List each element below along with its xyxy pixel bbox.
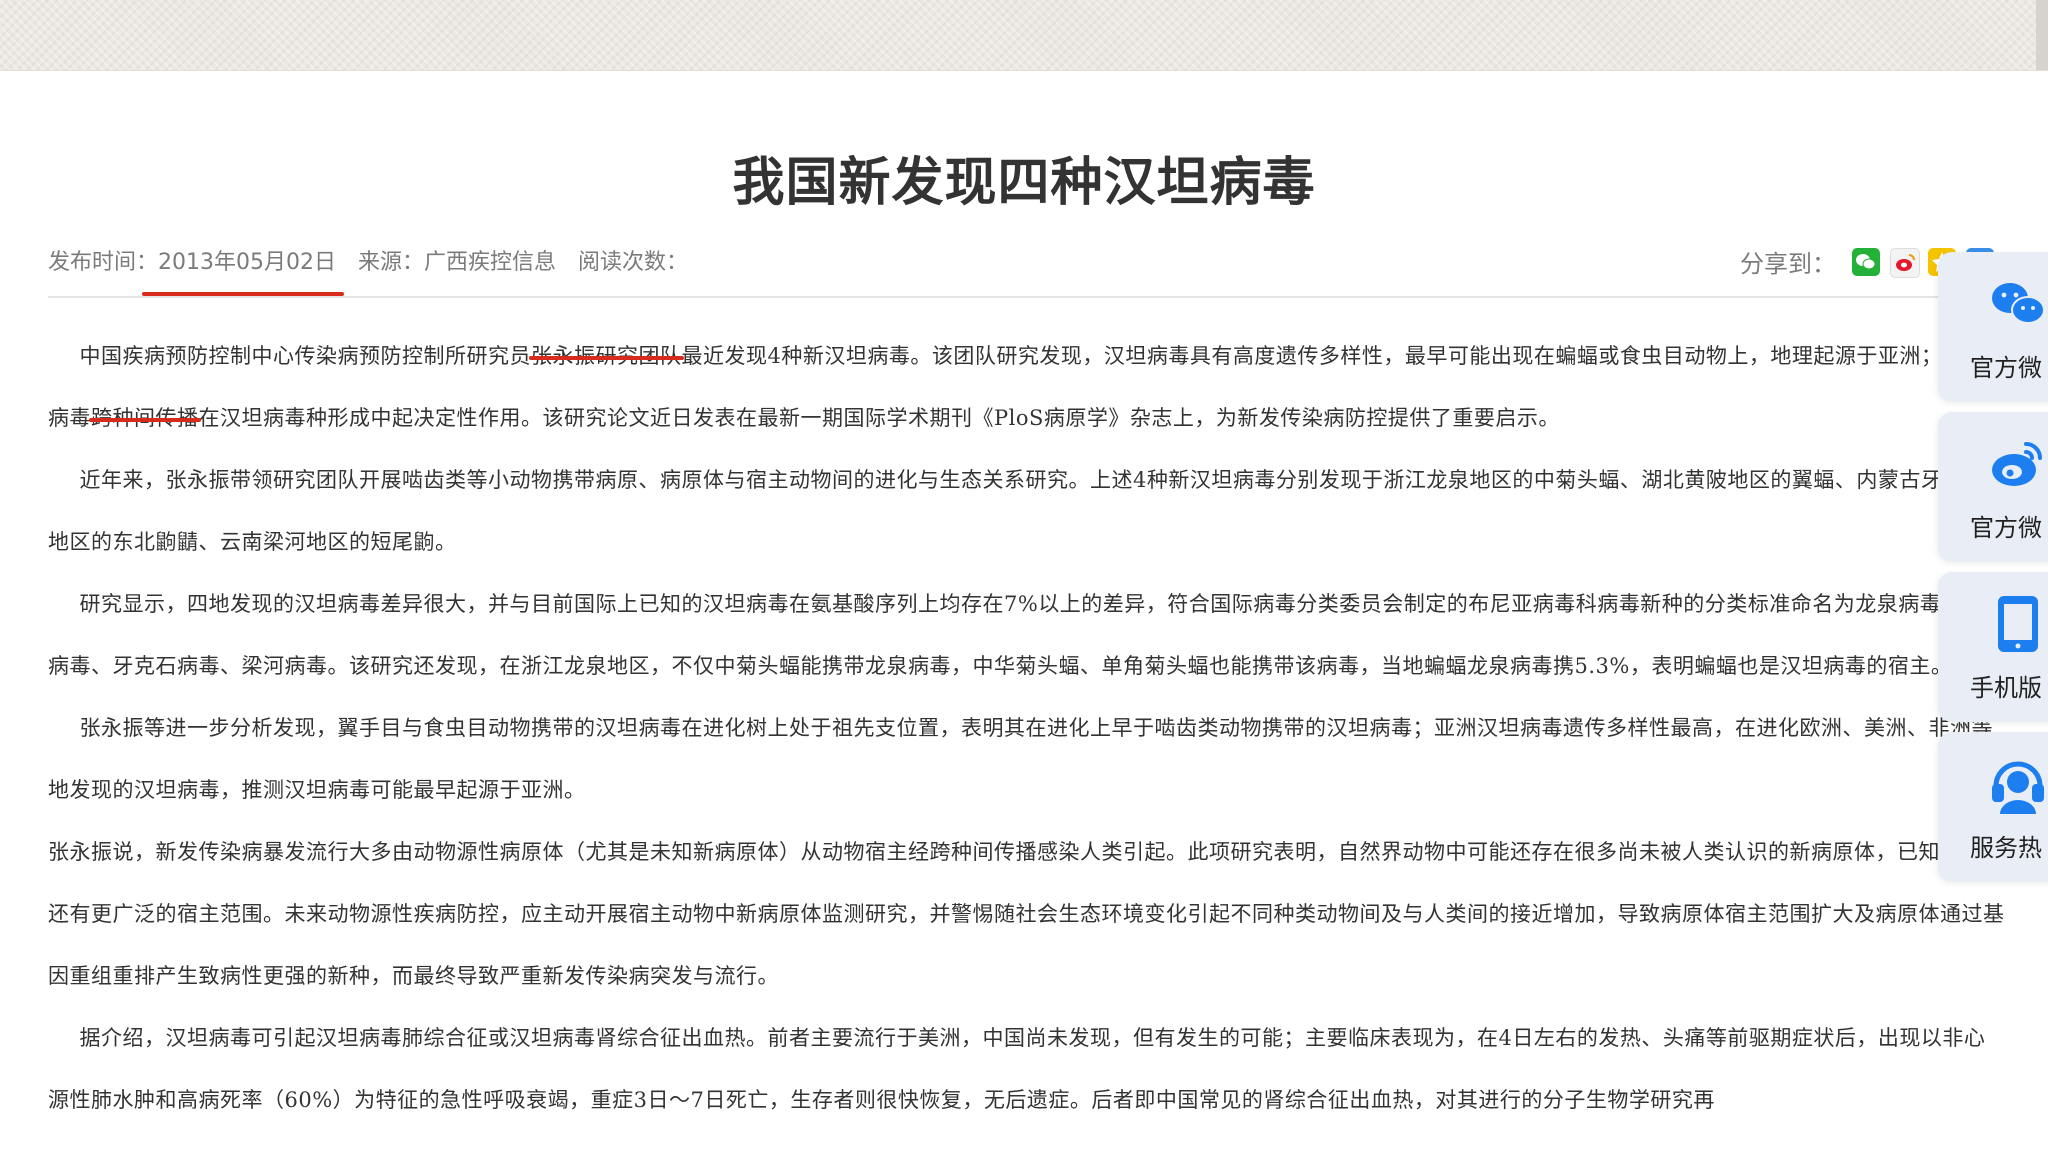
annotation-underline <box>529 356 684 360</box>
sidebar-item-label: 官方微 <box>1970 354 2042 382</box>
wechat-icon <box>1992 283 2045 324</box>
article-paragraph: 张永振等进一步分析发现，翼手目与食虫目动物携带的汉坦病毒在进化树上处于祖先支位置… <box>48 716 1993 802</box>
article-paragraph: 据介绍，汉坦病毒可引起汉坦病毒肺综合征或汉坦病毒肾综合征出血热。前者主要流行于美… <box>48 1026 1986 1112</box>
reads-label: 阅读次数： <box>578 250 689 275</box>
article-title: 我国新发现四种汉坦病毒 <box>732 153 1316 213</box>
wechat-share-icon[interactable] <box>1852 248 1880 276</box>
article-paragraph: 中国疾病预防控制中心传染病预防控制所研究员张永振研究团队最近发现4种新汉坦病毒。… <box>48 344 1986 430</box>
sidebar-item-wechat[interactable]: 官方微 <box>1938 252 2048 402</box>
article-meta: 发布时间：2013年05月02日 来源：广西疾控信息 阅读次数： <box>48 244 689 296</box>
article-body: 中国疾病预防控制中心传染病预防控制所研究员张永振研究团队最近发现4种新汉坦病毒。… <box>48 325 2006 1131</box>
annotation-underline <box>89 418 201 422</box>
sidebar-item-label: 官方微 <box>1970 514 2042 542</box>
mobile-icon <box>1998 596 2038 652</box>
article-paragraph: 近年来，张永振带领研究团队开展啮齿类等小动物携带病原、病原体与宿主动物间的进化与… <box>48 468 1986 554</box>
highlight-transmission: 跨种间传播 <box>89 406 201 430</box>
highlight-team: 张永振研究团队 <box>529 344 684 368</box>
weibo-share-icon[interactable] <box>1890 248 1920 278</box>
sidebar-item-label: 服务热 <box>1970 834 2042 862</box>
share-label: 分享到： <box>1740 250 1836 278</box>
scroll-edge <box>2036 0 2048 70</box>
publish-label: 发布时间： <box>48 250 159 275</box>
article-paragraph: 研究显示，四地发现的汉坦病毒差异很大，并与目前国际上已知的汉坦病毒在氨基酸序列上… <box>48 592 2006 678</box>
sidebar-item-hotline[interactable]: 服务热 <box>1938 732 2048 882</box>
source-label: 来源： <box>358 250 425 275</box>
weibo-icon <box>1992 442 2042 486</box>
sidebar-item-label: 手机版 <box>1970 674 2042 702</box>
source-value: 广西疾控信息 <box>424 250 557 275</box>
publish-date: 2013年05月02日 <box>142 244 344 296</box>
header-banner <box>0 0 2048 71</box>
sidebar-item-mobile[interactable]: 手机版 <box>1938 572 2048 722</box>
headset-icon <box>1992 761 2044 814</box>
sidebar-item-weibo[interactable]: 官方微 <box>1938 412 2048 562</box>
article-paragraph: 张永振说，新发传染病暴发流行大多由动物源性病原体（尤其是未知新病原体）从动物宿主… <box>48 840 2005 988</box>
meta-divider <box>48 296 2006 298</box>
